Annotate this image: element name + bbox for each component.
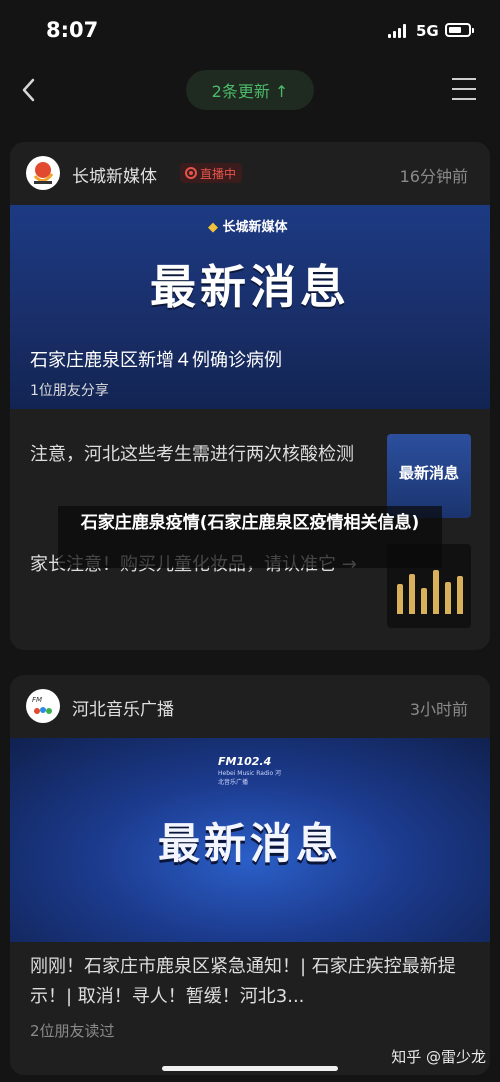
hero-title: 最新消息 bbox=[150, 260, 350, 314]
overlay-title: 石家庄鹿泉疫情(石家庄鹿泉区疫情相关信息) bbox=[58, 506, 442, 568]
live-badge: 直播中 bbox=[180, 163, 243, 183]
time-ago: 16分钟前 bbox=[399, 167, 468, 186]
network-type: 5G bbox=[416, 22, 439, 40]
hero-logo-text: 长城新媒体 bbox=[222, 220, 288, 235]
hero-logo: ◆ 长城新媒体 bbox=[208, 220, 288, 235]
readers-count: 2位朋友读过 bbox=[30, 1022, 115, 1040]
watermark: 知乎 @雷少龙 bbox=[391, 1048, 486, 1066]
battery-icon bbox=[445, 23, 474, 37]
article-caption[interactable]: 刚刚！石家庄市鹿泉区紧急通知！| 石家庄疾控最新提示！| 取消！寻人！暂缓！河北… bbox=[30, 952, 475, 1012]
thumbnail-label: 最新消息 bbox=[398, 464, 459, 482]
menu-icon[interactable] bbox=[452, 78, 476, 100]
hero-logo: FM102.4 Hebei Music Radio 河北音乐广播 bbox=[218, 755, 282, 791]
hero-subcaption: 1位朋友分享 bbox=[30, 383, 109, 399]
feed-card: FM 河北音乐广播 3小时前 FM102.4 Hebei Music Radio… bbox=[10, 675, 490, 1075]
hero-logo-subtext: Hebei Music Radio 河北音乐广播 bbox=[218, 770, 282, 786]
clock: 8:07 bbox=[46, 18, 99, 42]
svg-text:FM: FM bbox=[32, 696, 42, 704]
avatar[interactable] bbox=[26, 156, 60, 190]
signal-icon bbox=[388, 24, 408, 38]
avatar[interactable]: FM bbox=[26, 689, 60, 723]
updates-pill[interactable]: 2条更新 ↑ bbox=[186, 70, 314, 110]
hero-article[interactable]: FM102.4 Hebei Music Radio 河北音乐广播 最新消息 bbox=[10, 738, 490, 942]
hero-title: 最新消息 bbox=[157, 819, 342, 868]
back-icon[interactable] bbox=[18, 76, 40, 104]
source-name[interactable]: 河北音乐广播 bbox=[72, 695, 174, 720]
hero-article[interactable]: ◆ 长城新媒体 最新消息 石家庄鹿泉区新增４例确诊病例 1位朋友分享 bbox=[10, 205, 490, 409]
source-name[interactable]: 长城新媒体 bbox=[72, 162, 157, 187]
feed-card: 长城新媒体 直播中 16分钟前 ◆ 长城新媒体 最新消息 石家庄鹿泉区新增４例确… bbox=[10, 142, 490, 650]
nav-bar: 2条更新 ↑ bbox=[0, 64, 500, 120]
live-badge-label: 直播中 bbox=[200, 166, 237, 181]
card-header: FM 河北音乐广播 3小时前 bbox=[10, 675, 490, 738]
hero-logo-text: FM102.4 bbox=[218, 755, 272, 768]
list-item-title: 注意，河北这些考生需进行两次核酸检测 bbox=[30, 444, 354, 465]
time-ago: 3小时前 bbox=[409, 700, 468, 719]
home-indicator[interactable] bbox=[162, 1066, 338, 1071]
card-header: 长城新媒体 直播中 16分钟前 bbox=[10, 142, 490, 205]
status-bar: 8:07 5G bbox=[0, 0, 500, 64]
hero-caption: 石家庄鹿泉区新增４例确诊病例 bbox=[30, 350, 282, 371]
live-icon bbox=[185, 167, 197, 179]
